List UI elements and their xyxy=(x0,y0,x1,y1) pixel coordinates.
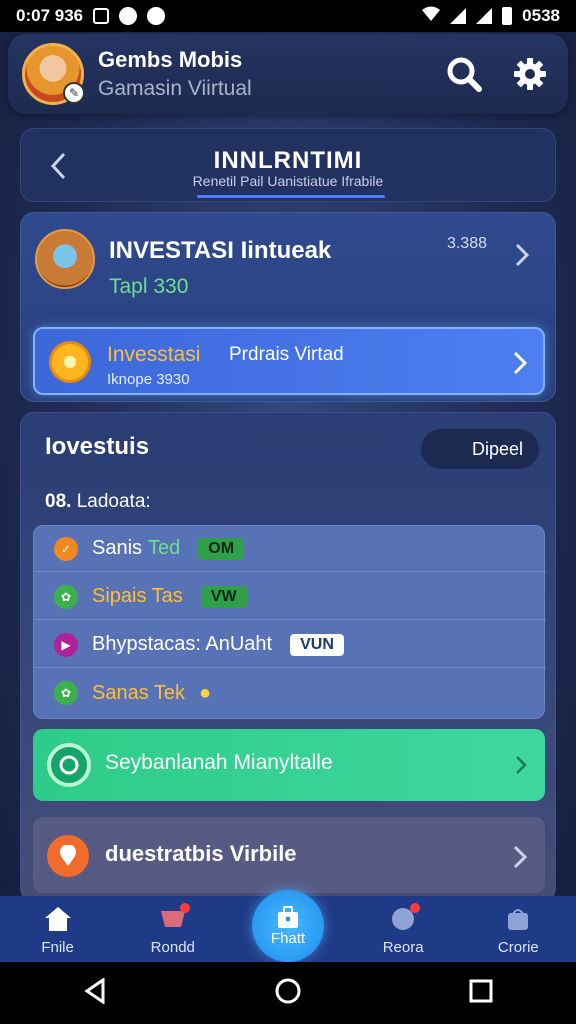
system-recents-button[interactable] xyxy=(469,979,493,1008)
dipeel-button[interactable]: Dipeel xyxy=(421,429,539,469)
nav-label-home: Fnile xyxy=(41,939,74,956)
header-text: Gembs Mobis Gamasin Viirtual xyxy=(98,47,422,101)
check-icon: ✓ xyxy=(54,536,78,561)
bulb-icon: ● xyxy=(199,681,212,704)
sun-icon xyxy=(49,341,91,383)
app-subtitle: Gamasin Viirtual xyxy=(98,77,252,100)
signal-icon xyxy=(450,8,467,24)
section-label: 08. Ladoata: xyxy=(45,491,151,513)
nav-item-crorie[interactable]: Crorie xyxy=(473,905,563,956)
list-item-text: Sanis xyxy=(92,537,143,559)
leaf-icon: ✿ xyxy=(54,584,78,609)
profile-icon xyxy=(388,903,421,933)
center-action-button[interactable]: Fhatt xyxy=(252,890,324,962)
orange-row-label: duestratbis Virbile xyxy=(105,841,297,866)
investor-avatar xyxy=(35,229,95,289)
investment-value: 3.388 xyxy=(446,235,487,252)
items-list: ✓ Sanis Ted OM ✿ Sipais Tas VW ▶ Bhypsta… xyxy=(33,525,546,719)
music-icon xyxy=(147,7,166,25)
system-navigation-bar xyxy=(0,962,576,1024)
tab-underline xyxy=(197,195,385,198)
avatar-badge-icon: ✎ xyxy=(63,82,85,104)
list-item-tag: VUN xyxy=(290,633,344,656)
app-header: ✎ Gembs Mobis Gamasin Viirtual xyxy=(8,34,568,114)
status-time-left: 0:07 936 xyxy=(16,6,84,25)
square-recents-icon xyxy=(469,979,493,1002)
battery-icon xyxy=(502,7,513,25)
investment-amount: Tapl 330 xyxy=(109,275,189,298)
virtual-investments-row[interactable]: duestratbis Virbile xyxy=(33,817,545,893)
notification-dot xyxy=(410,903,421,913)
list-item[interactable]: ✓ Sanis Ted OM xyxy=(34,526,546,572)
settings-button[interactable] xyxy=(506,50,554,98)
system-back-button[interactable] xyxy=(83,976,107,1009)
wifi-icon xyxy=(422,6,441,27)
status-time-right: 0538 xyxy=(522,6,560,25)
list-item-tag: OM xyxy=(198,537,245,560)
list-item[interactable]: ✿ Sanas Tek ● xyxy=(34,670,546,716)
list-title: Iovestuis xyxy=(45,433,150,460)
page-subtitle: Renetil Pail Uanistiatue Ifrabile xyxy=(192,173,384,189)
nav-label-rondd: Rondd xyxy=(150,939,195,956)
investment-title: INVESTASI Iintueak xyxy=(109,237,332,264)
home-icon xyxy=(43,905,73,933)
chevron-right-icon xyxy=(515,755,527,780)
list-item[interactable]: ▶ Bhypstacas: AnUaht VUN xyxy=(34,622,546,668)
nav-item-rondd[interactable]: Rondd xyxy=(128,903,218,956)
chef-avatar[interactable]: ✎ xyxy=(22,43,85,105)
app-title: Gembs Mobis xyxy=(98,47,243,72)
circle-home-icon xyxy=(275,978,301,1003)
triangle-back-icon xyxy=(84,976,105,1005)
nav-item-reora[interactable]: Reora xyxy=(358,903,448,956)
investments-list-card: Iovestuis Dipeel 08. Ladoata: ✓ Sanis Te… xyxy=(20,412,556,902)
bag-icon xyxy=(503,905,533,933)
product-name: Prdrais Virtad xyxy=(229,344,344,365)
play-icon: ▶ xyxy=(54,632,78,657)
list-item-tag: VW xyxy=(200,585,247,608)
whatsapp-icon xyxy=(119,7,138,25)
list-item-text: Sanas Tek xyxy=(92,681,186,704)
briefcase-icon xyxy=(278,905,298,928)
search-icon xyxy=(447,57,482,92)
list-item[interactable]: ✿ Sipais Tas VW xyxy=(34,574,546,620)
virtual-money-row[interactable]: Seybanlanah Mianyltalle xyxy=(33,729,545,801)
list-item-text2: Ted xyxy=(148,537,181,559)
system-home-button[interactable] xyxy=(274,977,302,1010)
nav-label-reora: Reora xyxy=(382,939,424,956)
nav-label-crorie: Crorie xyxy=(497,939,539,956)
notification-dot xyxy=(179,903,190,913)
status-left: 0:07 936 xyxy=(16,6,166,26)
list-item-text: Sipais Tas xyxy=(92,585,183,607)
leaf-icon: ✿ xyxy=(54,681,78,705)
virtual-product-row[interactable]: Invesstasi Prdrais Virtad Iknope 3930 xyxy=(33,327,545,395)
page-nav-card: INNLRNTIMI Renetil Pail Uanistiatue Ifra… xyxy=(20,128,556,202)
section-text: Ladoata: xyxy=(76,491,151,512)
gear-icon xyxy=(514,58,546,90)
chevron-right-icon xyxy=(515,243,530,272)
chevron-right-icon xyxy=(513,845,528,874)
notification-icon xyxy=(93,8,110,24)
product-label: Invesstasi xyxy=(107,343,201,366)
green-row-label: Seybanlanah Mianyltalle xyxy=(105,751,333,774)
page-title: INNLRNTIMI xyxy=(213,147,363,174)
chevron-right-icon xyxy=(513,351,528,380)
section-number: 08. xyxy=(45,491,72,512)
center-action-label: Fhatt xyxy=(270,929,306,947)
list-item-text: Bhypstacas: AnUaht xyxy=(92,633,273,655)
product-subtext: Iknope 3930 xyxy=(107,371,190,388)
location-pin-icon xyxy=(47,835,89,877)
status-bar: 0:07 936 0538 xyxy=(0,0,576,32)
status-right: 0538 xyxy=(422,6,560,27)
nav-item-home[interactable]: Fnile xyxy=(13,905,103,956)
search-button[interactable] xyxy=(440,50,488,98)
target-icon xyxy=(47,743,91,787)
investment-card[interactable]: INVESTASI Iintueak Tapl 330 3.388 Invess… xyxy=(20,212,556,402)
cart-icon xyxy=(158,903,190,933)
signal-icon-2 xyxy=(476,8,493,24)
